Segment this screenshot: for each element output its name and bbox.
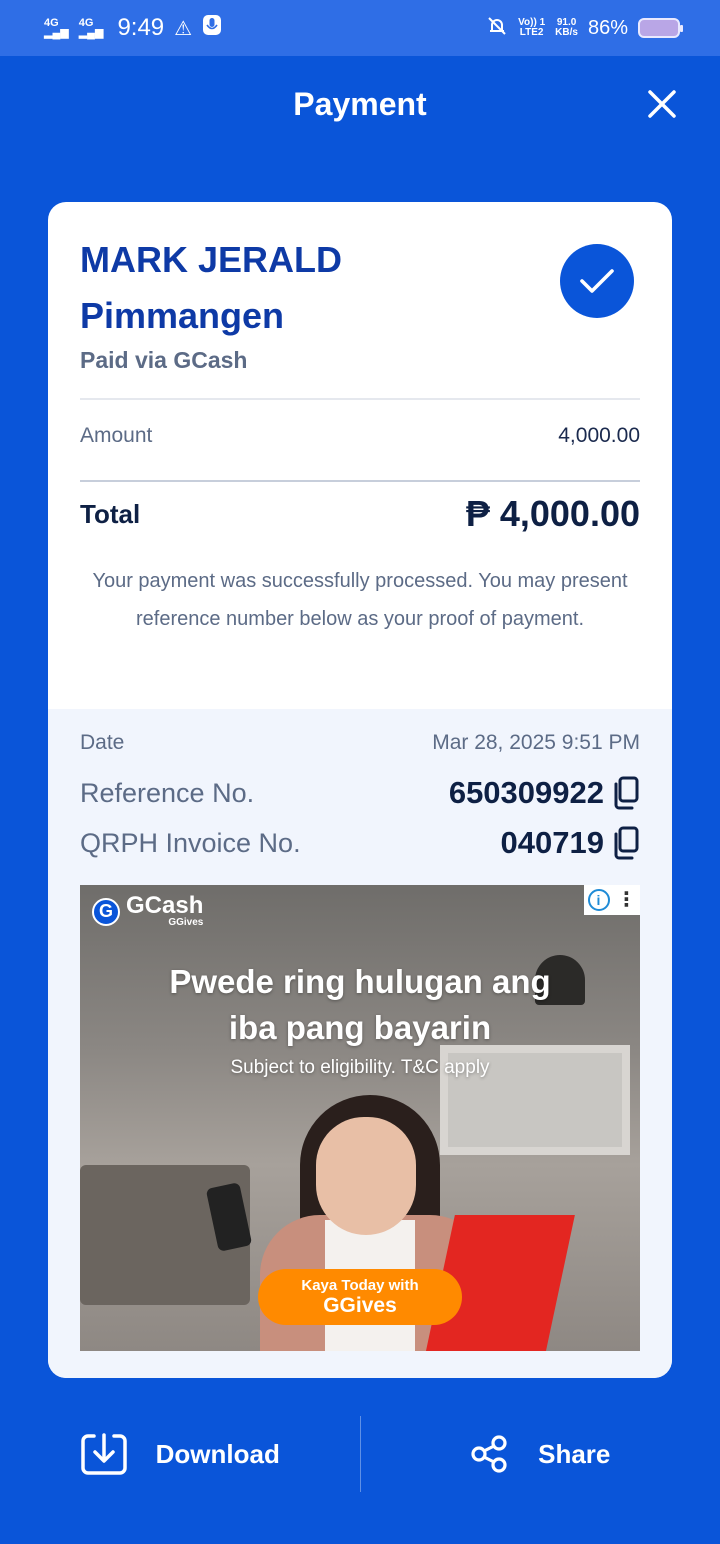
action-bar: Download Share (0, 1400, 720, 1508)
total-row: Total ₱ 4,000.00 (80, 490, 640, 538)
invoice-label: QRPH Invoice No. (80, 827, 301, 858)
amount-row: Amount 4,000.00 (80, 424, 640, 448)
status-bar-right: Vo)) 1 LTE2 91.0 KB/s 86% (486, 15, 683, 42)
amount-value: 4,000.00 (558, 424, 640, 447)
volte-indicator: Vo)) 1 LTE2 (518, 17, 546, 38)
invoice-value: 040719 (500, 825, 604, 860)
reference-value: 650309922 (448, 775, 604, 810)
download-label: Download (155, 1438, 280, 1469)
success-message: Your payment was successfully processed.… (92, 570, 628, 630)
success-check-icon (560, 244, 634, 318)
close-button[interactable] (644, 86, 680, 122)
download-icon (80, 1433, 127, 1475)
share-label: Share (538, 1438, 611, 1469)
status-bar-left: 4G ▂▄▆ 4G ▂▄▆ 9:49 ⚠ (44, 14, 222, 42)
merchant-name: MARK JERALD Pimmangen (80, 239, 343, 336)
date-row: Date Mar 28, 2025 9:51 PM (80, 731, 640, 755)
receipt-card: MARK JERALD Pimmangen Paid via GCash Amo… (48, 202, 672, 1378)
ad-subtext: Subject to eligibility. T&C apply (230, 1057, 490, 1078)
copy-invoice-icon[interactable] (612, 826, 640, 860)
invoice-row: QRPH Invoice No. 040719 (80, 825, 640, 861)
status-time: 9:49 (117, 14, 165, 41)
total-label: Total (80, 498, 141, 529)
copy-reference-icon[interactable] (612, 776, 640, 810)
more-options-icon[interactable]: ⋮ (617, 890, 637, 910)
reference-row: Reference No. 650309922 (80, 775, 640, 811)
signal-2-icon: 4G ▂▄▆ (78, 17, 104, 39)
ad-headline: Pwede ring hulugan ang iba pang bayarin (169, 963, 551, 1046)
page-title: Payment (293, 85, 427, 122)
share-icon (471, 1435, 507, 1473)
date-label: Date (80, 731, 125, 754)
status-bar: 4G ▂▄▆ 4G ▂▄▆ 9:49 ⚠ Vo)) 1 LTE2 91.0 KB… (0, 0, 720, 56)
gcash-logo-icon: G (92, 897, 120, 926)
download-button[interactable]: Download (0, 1400, 360, 1508)
info-icon[interactable]: i (587, 889, 610, 911)
ad-cta-button[interactable]: Kaya Today with GGives (258, 1269, 462, 1325)
page-header: Payment (0, 56, 720, 152)
network-speed: 91.0 KB/s (555, 17, 578, 38)
share-button[interactable]: Share (361, 1400, 720, 1508)
total-value: ₱ 4,000.00 (465, 493, 640, 534)
paid-via-label: Paid via GCash (80, 347, 248, 373)
transaction-details: Date Mar 28, 2025 9:51 PM Reference No. … (48, 709, 672, 1378)
battery-icon (638, 18, 683, 38)
battery-percent: 86% (587, 16, 628, 39)
mute-bell-icon (486, 15, 508, 42)
divider (80, 480, 640, 482)
ad-choices[interactable]: i ⋮ (584, 885, 640, 915)
gcash-logo: G GCash GGives (92, 892, 204, 928)
reference-label: Reference No. (80, 777, 255, 808)
divider (80, 398, 640, 400)
amount-label: Amount (80, 424, 153, 447)
ad-model-face (316, 1117, 416, 1235)
mic-icon (202, 14, 222, 42)
ad-banner[interactable]: G GCash GGives i ⋮ Pwede ring hulugan an… (80, 885, 640, 1351)
close-icon (648, 90, 676, 118)
date-value: Mar 28, 2025 9:51 PM (432, 731, 640, 754)
ad-brand: GCash (126, 892, 204, 919)
alert-triangle-icon: ⚠ (174, 17, 193, 40)
peso-symbol: ₱ (465, 493, 490, 534)
signal-1-icon: 4G ▂▄▆ (44, 17, 69, 39)
